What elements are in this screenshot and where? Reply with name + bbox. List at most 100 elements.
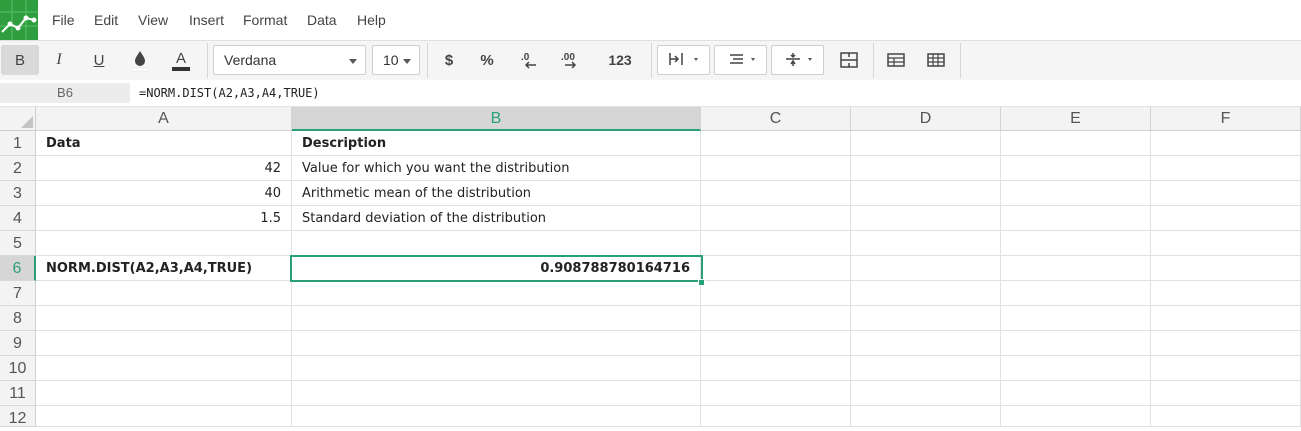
cell-c12[interactable] — [701, 406, 851, 427]
currency-format-button[interactable]: $ — [432, 45, 466, 75]
fill-handle[interactable] — [698, 279, 705, 286]
cell-d8[interactable] — [851, 306, 1001, 331]
cell-d6[interactable] — [851, 256, 1001, 281]
row-header-4[interactable]: 4 — [0, 206, 36, 231]
cell-f1[interactable] — [1151, 131, 1301, 156]
cell-d2[interactable] — [851, 156, 1001, 181]
row-header-8[interactable]: 8 — [0, 306, 36, 331]
text-align-select[interactable] — [714, 45, 767, 75]
cell-f3[interactable] — [1151, 181, 1301, 206]
cell-c7[interactable] — [701, 281, 851, 306]
cell-f6[interactable] — [1151, 256, 1301, 281]
cell-b10[interactable] — [292, 356, 701, 381]
cell-f11[interactable] — [1151, 381, 1301, 406]
cell-b2[interactable]: Value for which you want the distributio… — [292, 156, 701, 181]
cell-c6[interactable] — [701, 256, 851, 281]
cell-c8[interactable] — [701, 306, 851, 331]
underline-button[interactable]: U — [80, 45, 118, 75]
cell-e8[interactable] — [1001, 306, 1151, 331]
cell-a1[interactable]: Data — [36, 131, 292, 156]
cell-f10[interactable] — [1151, 356, 1301, 381]
cell-c1[interactable] — [701, 131, 851, 156]
cell-a11[interactable] — [36, 381, 292, 406]
cell-f7[interactable] — [1151, 281, 1301, 306]
cell-e11[interactable] — [1001, 381, 1151, 406]
cell-e5[interactable] — [1001, 231, 1151, 256]
cell-e2[interactable] — [1001, 156, 1151, 181]
cell-c5[interactable] — [701, 231, 851, 256]
cell-e1[interactable] — [1001, 131, 1151, 156]
row-header-9[interactable]: 9 — [0, 331, 36, 356]
menu-format[interactable]: Format — [243, 0, 287, 40]
insert-row-button[interactable] — [878, 45, 914, 75]
font-size-select[interactable]: 10 — [372, 45, 420, 75]
cell-e3[interactable] — [1001, 181, 1151, 206]
font-family-select[interactable]: Verdana — [213, 45, 366, 75]
fill-color-button[interactable] — [122, 45, 158, 75]
row-header-6[interactable]: 6 — [0, 256, 36, 281]
cell-c2[interactable] — [701, 156, 851, 181]
cell-a8[interactable] — [36, 306, 292, 331]
cell-e6[interactable] — [1001, 256, 1151, 281]
cell-c11[interactable] — [701, 381, 851, 406]
cell-f2[interactable] — [1151, 156, 1301, 181]
text-color-button[interactable]: A — [163, 45, 199, 75]
menu-insert[interactable]: Insert — [189, 0, 224, 40]
cell-b7[interactable] — [292, 281, 701, 306]
insert-column-button[interactable] — [918, 45, 954, 75]
cell-b8[interactable] — [292, 306, 701, 331]
horizontal-align-select[interactable] — [657, 45, 710, 75]
row-header-1[interactable]: 1 — [0, 131, 36, 156]
cell-f8[interactable] — [1151, 306, 1301, 331]
cell-f9[interactable] — [1151, 331, 1301, 356]
merge-cells-button[interactable] — [831, 45, 867, 75]
select-all-corner[interactable] — [0, 107, 36, 131]
menu-view[interactable]: View — [138, 0, 168, 40]
cell-f5[interactable] — [1151, 231, 1301, 256]
cell-a4[interactable]: 1.5 — [36, 206, 292, 231]
cell-d10[interactable] — [851, 356, 1001, 381]
cell-e4[interactable] — [1001, 206, 1151, 231]
cell-a5[interactable] — [36, 231, 292, 256]
menu-help[interactable]: Help — [357, 0, 386, 40]
menu-data[interactable]: Data — [307, 0, 337, 40]
cell-e12[interactable] — [1001, 406, 1151, 427]
row-header-10[interactable]: 10 — [0, 356, 36, 381]
increase-decimals-button[interactable]: .00 — [552, 45, 590, 75]
cell-b4[interactable]: Standard deviation of the distribution — [292, 206, 701, 231]
cell-f4[interactable] — [1151, 206, 1301, 231]
cell-e10[interactable] — [1001, 356, 1151, 381]
cell-b12[interactable] — [292, 406, 701, 427]
cell-d11[interactable] — [851, 381, 1001, 406]
cell-a12[interactable] — [36, 406, 292, 427]
column-header-e[interactable]: E — [1001, 107, 1151, 131]
cell-a6[interactable]: NORM.DIST(A2,A3,A4,TRUE) — [36, 256, 292, 281]
cell-a9[interactable] — [36, 331, 292, 356]
cell-a2[interactable]: 42 — [36, 156, 292, 181]
row-header-2[interactable]: 2 — [0, 156, 36, 181]
percent-format-button[interactable]: % — [470, 45, 504, 75]
cell-d9[interactable] — [851, 331, 1001, 356]
column-header-f[interactable]: F — [1151, 107, 1301, 131]
menu-edit[interactable]: Edit — [94, 0, 118, 40]
column-header-d[interactable]: D — [851, 107, 1001, 131]
cell-c4[interactable] — [701, 206, 851, 231]
cell-a3[interactable]: 40 — [36, 181, 292, 206]
cell-b1[interactable]: Description — [292, 131, 701, 156]
row-header-7[interactable]: 7 — [0, 281, 36, 306]
cell-e7[interactable] — [1001, 281, 1151, 306]
cell-reference-box[interactable]: B6 — [0, 83, 130, 103]
cell-d4[interactable] — [851, 206, 1001, 231]
number-format-button[interactable]: 123 — [598, 45, 642, 75]
cell-a7[interactable] — [36, 281, 292, 306]
vertical-align-select[interactable] — [771, 45, 824, 75]
cell-b9[interactable] — [292, 331, 701, 356]
column-header-c[interactable]: C — [701, 107, 851, 131]
row-header-3[interactable]: 3 — [0, 181, 36, 206]
cell-d1[interactable] — [851, 131, 1001, 156]
cell-b11[interactable] — [292, 381, 701, 406]
cell-e9[interactable] — [1001, 331, 1151, 356]
cell-d12[interactable] — [851, 406, 1001, 427]
cell-d5[interactable] — [851, 231, 1001, 256]
cell-f12[interactable] — [1151, 406, 1301, 427]
